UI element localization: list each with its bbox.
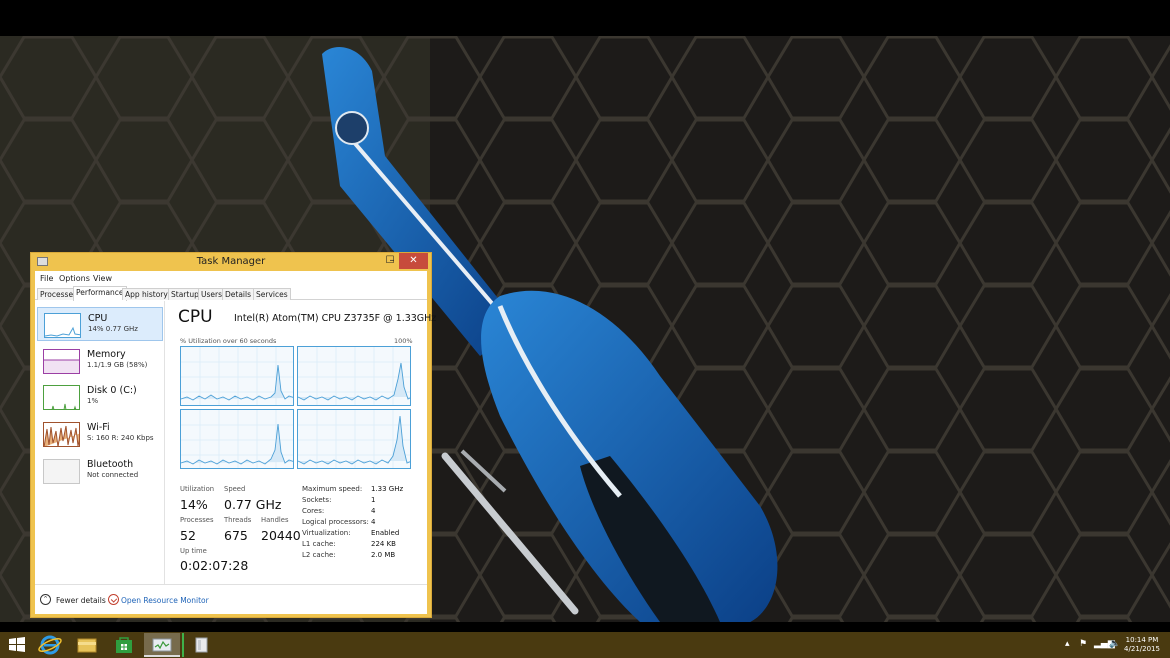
speed-value: 0.77 GHz (224, 497, 282, 512)
resource-detail: 1.1/1.9 GB (58%) (87, 361, 148, 369)
start-icon (9, 637, 25, 652)
threads-value: 675 (224, 528, 248, 543)
spec-label: L1 cache: (302, 540, 336, 548)
memory-thumbnail-graph (43, 349, 80, 374)
processes-value: 52 (180, 528, 196, 543)
resource-cpu[interactable]: CPU 14% 0.77 GHz (37, 307, 163, 341)
resource-name: Wi-Fi (87, 422, 110, 433)
start-button[interactable] (0, 633, 34, 657)
tab-services[interactable]: Services (253, 288, 291, 300)
menu-view[interactable]: View (93, 274, 112, 283)
internet-explorer-button[interactable] (33, 633, 67, 657)
file-explorer-button[interactable] (70, 633, 104, 657)
fewer-details-link[interactable]: Fewer details (56, 596, 106, 605)
resource-detail: 14% 0.77 GHz (88, 325, 138, 333)
store-button[interactable] (107, 633, 141, 657)
utilization-caption: % Utilization over 60 seconds (180, 337, 277, 345)
tab-performance[interactable]: Performance (73, 286, 127, 301)
document-app-button[interactable] (182, 633, 218, 657)
store-icon (116, 637, 132, 653)
title-bar[interactable]: Task Manager – ☐ ✕ (31, 253, 431, 271)
menu-bar: File Options View (35, 271, 427, 286)
spec-label: Logical processors: (302, 518, 369, 526)
resource-disk[interactable]: Disk 0 (C:) 1% (37, 380, 163, 414)
disk-thumbnail-graph (43, 385, 80, 410)
taskbar: ▴ ⚑ ▂▄▆ 🔈 10:14 PM 4/21/2015 (0, 632, 1170, 658)
max-percent-caption: 100% (394, 337, 413, 345)
processes-label: Processes (180, 516, 214, 524)
tab-app-history[interactable]: App history (122, 288, 171, 300)
task-manager-window[interactable]: Task Manager – ☐ ✕ File Options View Pro… (30, 252, 436, 618)
file-explorer-icon (77, 638, 97, 653)
spec-value: 1.33 GHz (371, 485, 404, 493)
document-icon (195, 637, 208, 653)
close-button[interactable]: ✕ (399, 253, 428, 269)
uptime-value: 0:02:07:28 (180, 558, 249, 573)
cpu-core-graph (297, 409, 411, 469)
bluetooth-thumbnail-graph (43, 459, 80, 484)
resource-bluetooth[interactable]: Bluetooth Not connected (37, 454, 163, 488)
cpu-core-graph (297, 346, 411, 406)
show-hidden-icons-icon[interactable]: ▴ (1065, 639, 1070, 649)
spec-value: 4 (371, 518, 376, 526)
resource-memory[interactable]: Memory 1.1/1.9 GB (58%) (37, 344, 163, 378)
resource-detail: S: 160 R: 240 Kbps (87, 434, 154, 442)
utilization-label: Utilization (180, 485, 215, 493)
cpu-core-graph (180, 409, 294, 469)
spec-label: Sockets: (302, 496, 332, 504)
footer-bar: ⌃ Fewer details Open Resource Monitor (35, 584, 427, 614)
internet-explorer-icon (38, 635, 62, 655)
spec-label: Cores: (302, 507, 325, 515)
cpu-heading: CPU (178, 307, 213, 327)
spec-value: 2.0 MB (371, 551, 396, 559)
utilization-value: 14% (180, 497, 208, 512)
task-manager-icon (152, 638, 172, 652)
task-manager-taskbar-button[interactable] (144, 633, 180, 657)
system-clock[interactable]: 10:14 PM 4/21/2015 (1118, 636, 1166, 654)
wifi-thumbnail-graph (43, 422, 80, 447)
cpu-thumbnail-graph (44, 313, 81, 338)
clock-date: 4/21/2015 (1124, 645, 1160, 653)
cpu-core-graph (180, 346, 294, 406)
task-manager-content: File Options View Processes Performance … (35, 271, 436, 614)
chevron-up-icon[interactable]: ⌃ (40, 594, 51, 605)
clock-time: 10:14 PM (1125, 636, 1159, 644)
tab-startup[interactable]: Startup (168, 288, 202, 300)
spec-value: 224 KB (371, 540, 396, 548)
resource-wifi[interactable]: Wi-Fi S: 160 R: 240 Kbps (37, 417, 163, 451)
resource-detail: Not connected (87, 471, 139, 479)
resource-monitor-icon[interactable] (108, 594, 119, 605)
spec-value: 4 (371, 507, 376, 515)
cpu-model-name: Intel(R) Atom(TM) CPU Z3735F @ 1.33GHz (234, 313, 437, 324)
menu-options[interactable]: Options (59, 274, 90, 283)
cpu-details-pane: CPU Intel(R) Atom(TM) CPU Z3735F @ 1.33G… (166, 301, 436, 584)
maximize-button[interactable]: ☐ (381, 253, 399, 269)
uptime-label: Up time (180, 547, 207, 555)
open-resource-monitor-link[interactable]: Open Resource Monitor (121, 596, 209, 605)
tab-details[interactable]: Details (222, 288, 255, 300)
resource-name: Memory (87, 349, 126, 360)
action-center-flag-icon[interactable]: ⚑ (1079, 639, 1087, 649)
resource-list: CPU 14% 0.77 GHz Memory 1.1/1.9 GB (58%)… (35, 301, 165, 584)
menu-file[interactable]: File (40, 274, 53, 283)
resource-name: CPU (88, 313, 108, 324)
window-title: Task Manager (196, 256, 266, 267)
resource-detail: 1% (87, 397, 99, 405)
spec-value: Enabled (371, 529, 400, 537)
spec-value: 1 (371, 496, 376, 504)
speed-label: Speed (224, 485, 246, 493)
handles-label: Handles (261, 516, 289, 524)
tab-users[interactable]: Users (198, 288, 226, 300)
resource-name: Disk 0 (C:) (87, 385, 137, 396)
handles-value: 20440 (261, 528, 301, 543)
spec-label: L2 cache: (302, 551, 336, 559)
spec-label: Virtualization: (302, 529, 351, 537)
threads-label: Threads (224, 516, 252, 524)
resource-name: Bluetooth (87, 459, 134, 470)
tab-strip: Processes Performance App history Startu… (35, 286, 427, 301)
spec-label: Maximum speed: (302, 485, 363, 493)
